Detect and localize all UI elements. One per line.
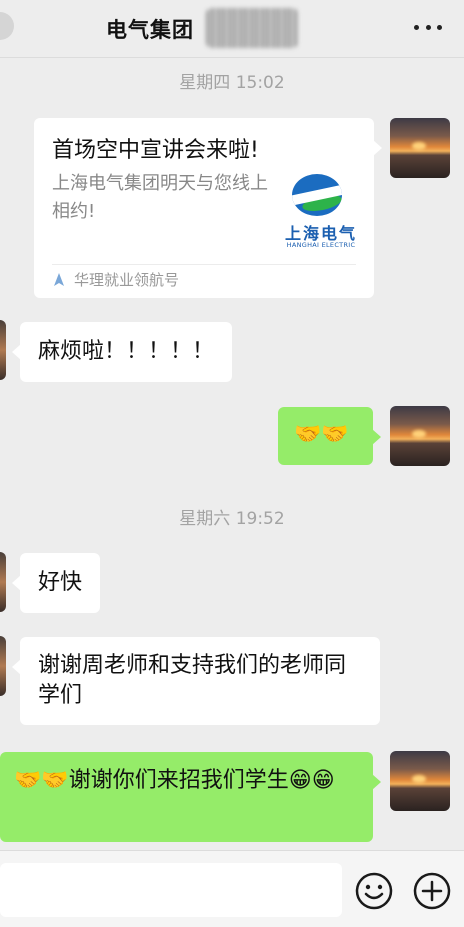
card-title: 首场空中宣讲会来啦! — [52, 138, 259, 163]
self-avatar[interactable] — [390, 406, 450, 466]
card-thumbnail-logo: 上海电气 HANGHAI ELECTRIC — [278, 172, 364, 252]
self-avatar[interactable] — [390, 118, 450, 178]
chat-title: 电气集团 — [106, 18, 194, 42]
timestamp: 星期六 19:52 — [179, 509, 285, 529]
message-bubble[interactable]: 谢谢周老师和支持我们的老师同学们 — [12, 637, 380, 725]
card-source: 华理就业领航号 — [52, 269, 179, 290]
message-bubble[interactable]: 🤝🤝 — [278, 407, 381, 465]
more-dots-icon[interactable] — [410, 12, 446, 42]
card-divider — [52, 264, 356, 265]
timestamp: 星期四 15:02 — [179, 73, 285, 93]
add-icon[interactable] — [412, 871, 452, 911]
message-bubble[interactable]: 麻烦啦！！！！！ — [11, 322, 233, 382]
dot — [437, 24, 442, 30]
message-input[interactable] — [0, 863, 342, 917]
message-bubble[interactable]: 🤝🤝谢谢你们来招我们学生😁😁 — [0, 752, 381, 842]
mini-program-icon — [52, 272, 66, 288]
chat-header: 电气集团 — [0, 0, 464, 58]
self-avatar[interactable] — [390, 751, 450, 811]
input-bar — [0, 850, 464, 927]
shanghai-electric-logo-icon — [292, 174, 342, 216]
contact-avatar[interactable] — [0, 552, 6, 612]
logo-english-text: HANGHAI ELECTRIC — [286, 241, 356, 249]
shared-article-card[interactable]: 首场空中宣讲会来啦! 上海电气集团明天与您线上相约! 上海电气 HANGHAI … — [34, 118, 382, 298]
emoji-icon[interactable] — [354, 871, 394, 911]
dot — [414, 24, 419, 30]
contact-avatar[interactable] — [0, 320, 6, 380]
message-bubble[interactable]: 好快 — [11, 553, 101, 613]
card-description: 上海电气集团明天与您线上相约! — [52, 173, 268, 222]
back-button[interactable] — [0, 12, 14, 40]
card-source-label: 华理就业领航号 — [74, 271, 180, 289]
redacted-name-mask — [206, 8, 298, 48]
contact-avatar[interactable] — [0, 636, 6, 696]
dot — [425, 24, 431, 30]
